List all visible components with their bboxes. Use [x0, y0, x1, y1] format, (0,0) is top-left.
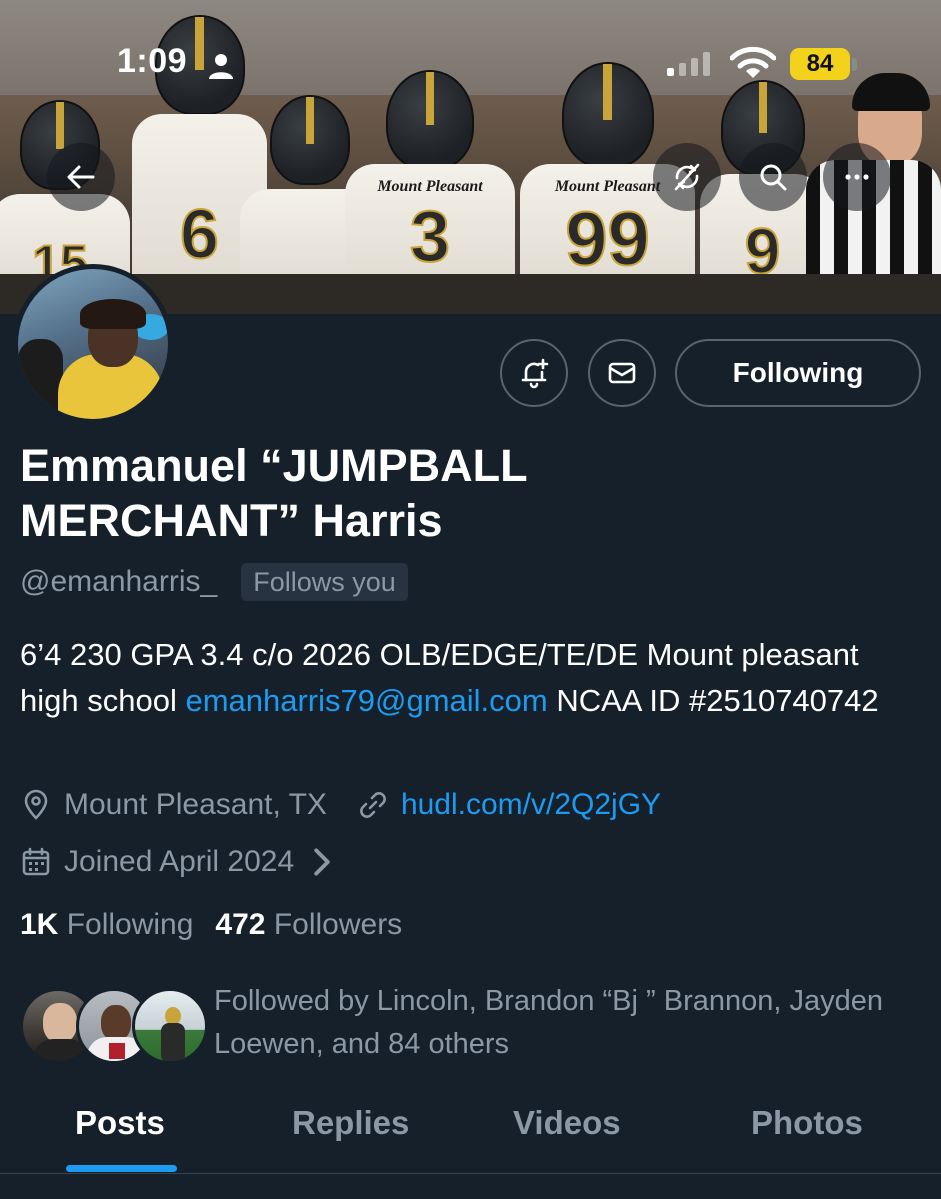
profile-joined-row[interactable]: Joined April 2024: [20, 845, 350, 879]
location-pin-icon: [24, 789, 48, 820]
status-time: 1:09: [117, 42, 188, 80]
cellular-signal-icon: [667, 52, 710, 76]
followed-by-text: Followed by Lincoln, Brandon “Bj ” Brann…: [214, 985, 883, 1060]
follows-you-badge: Follows you: [241, 563, 408, 601]
wifi-icon: [730, 46, 776, 78]
chevron-right-icon: [314, 848, 330, 876]
followers-count: 472: [215, 908, 266, 941]
profile-tabs: Posts Replies Videos Photos: [0, 1090, 941, 1174]
followed-by-section[interactable]: Followed by Lincoln, Brandon “Bj ” Brann…: [20, 980, 920, 1064]
link-icon: [360, 792, 386, 818]
back-button[interactable]: [47, 143, 115, 211]
calendar-icon: [22, 847, 50, 876]
handle-row: @emanharris_ Follows you: [20, 563, 408, 601]
profile-handle: @emanharris_: [20, 565, 218, 598]
battery-tip: [852, 58, 857, 71]
following-button[interactable]: Following: [675, 339, 921, 407]
person-icon: [209, 54, 233, 79]
tab-replies[interactable]: Replies: [292, 1104, 409, 1144]
battery-indicator: 84: [790, 48, 850, 80]
search-button[interactable]: [739, 143, 807, 211]
more-button[interactable]: [823, 143, 891, 211]
profile-meta-row: Mount Pleasant, TX hudl.com/v/2Q2jGY: [20, 788, 661, 822]
followers-label: Followers: [265, 908, 403, 941]
envelope-icon: [608, 362, 636, 384]
bell-plus-icon: [521, 358, 549, 389]
followers-count-link[interactable]: 472 Followers: [215, 908, 402, 942]
sync-button[interactable]: [653, 143, 721, 211]
follow-counts: 1K Following 472 Followers: [20, 908, 402, 942]
profile-joined-date: Joined April 2024: [64, 845, 295, 878]
profile-avatar[interactable]: [13, 264, 173, 424]
tab-posts[interactable]: Posts: [75, 1104, 165, 1144]
following-count-link[interactable]: 1K Following: [20, 908, 193, 942]
following-label: Following: [58, 908, 194, 941]
profile-display-name: Emmanuel “JUMPBALL MERCHANT” Harris: [20, 440, 527, 546]
search-icon: [760, 164, 787, 191]
profile-bio: 6’4 230 GPA 3.4 c/o 2026 OLB/EDGE/TE/DE …: [20, 632, 920, 724]
more-icon: [845, 174, 869, 180]
follower-avatar: [132, 988, 208, 1064]
following-count: 1K: [20, 908, 59, 941]
sync-off-icon: [674, 163, 700, 191]
profile-location: Mount Pleasant, TX: [64, 788, 327, 821]
arrow-left-icon: [67, 165, 95, 189]
notify-button[interactable]: [500, 339, 568, 407]
bio-email-link[interactable]: emanharris79@gmail.com: [185, 683, 547, 718]
message-button[interactable]: [588, 339, 656, 407]
active-tab-indicator: [66, 1165, 177, 1172]
tab-photos[interactable]: Photos: [751, 1104, 863, 1144]
tab-videos[interactable]: Videos: [513, 1104, 621, 1144]
profile-website-link[interactable]: hudl.com/v/2Q2jGY: [401, 788, 661, 822]
bio-text-end: NCAA ID #2510740742: [547, 683, 879, 718]
